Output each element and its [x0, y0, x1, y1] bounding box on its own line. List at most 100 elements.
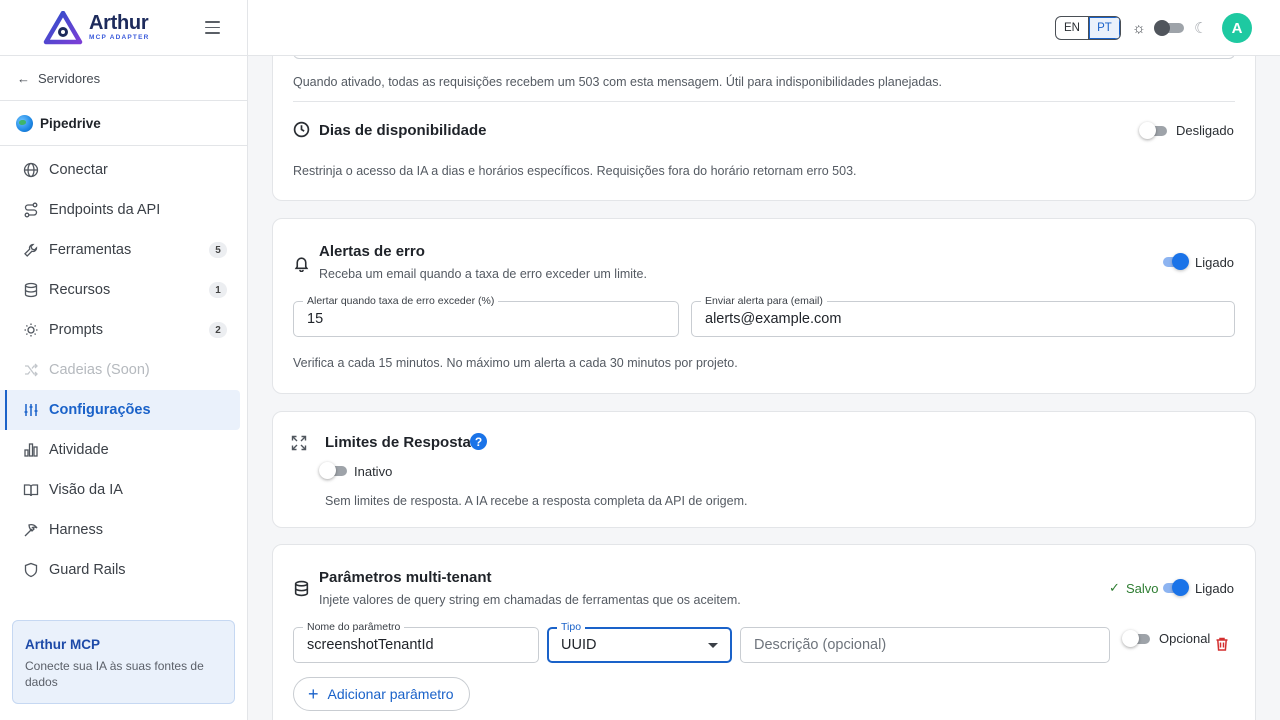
sidebar-item-label: Ferramentas	[49, 242, 132, 258]
alert-email-input[interactable]: Enviar alerta para (email) alerts@exampl…	[691, 294, 1235, 337]
clock-icon	[293, 121, 310, 138]
param-type-value: UUID	[561, 637, 597, 653]
sliders-icon	[22, 402, 39, 419]
sidebar-item-harness[interactable]: Harness	[0, 510, 240, 550]
alerts-help-text: Verifica a cada 15 minutos. No máximo um…	[293, 356, 738, 370]
param-name-label: Nome do parâmetro	[303, 620, 405, 634]
shuffle-icon	[22, 362, 39, 379]
param-type-label: Tipo	[557, 620, 586, 634]
sidebar-item-label: Endpoints da API	[49, 202, 161, 218]
error-threshold-value: 15	[307, 311, 324, 327]
availability-description: Restrinja o acesso da IA a dias e horári…	[293, 164, 857, 178]
bell-icon	[294, 257, 309, 272]
brand-subtitle: MCP ADAPTER	[89, 34, 150, 42]
maintenance-message-input[interactable]	[293, 56, 1235, 59]
sidebar-item-ferramentas[interactable]: Ferramentas 5	[0, 230, 240, 270]
maintenance-availability-card: Quando ativado, todas as requisições rec…	[272, 56, 1256, 201]
sidebar-item-label: Recursos	[49, 282, 111, 298]
lang-en-button[interactable]: EN	[1056, 17, 1088, 39]
param-description-placeholder: Descrição (opcional)	[754, 637, 887, 653]
plus-icon: +	[308, 684, 319, 704]
pickaxe-icon	[22, 522, 39, 539]
sidebar-item-label: Configurações	[49, 402, 151, 418]
lightbulb-icon	[22, 322, 39, 339]
param-description-input[interactable]: Descrição (opcional)	[740, 627, 1110, 663]
tenant-toggle[interactable]	[1159, 579, 1189, 596]
divider	[293, 101, 1235, 102]
top-bar: EN PT ☼ ☾ A	[248, 0, 1280, 56]
alerts-title: Alertas de erro	[319, 243, 425, 260]
limits-toggle[interactable]	[319, 462, 349, 479]
tenant-status: Ligado	[1195, 581, 1235, 596]
avatar[interactable]: A	[1222, 13, 1252, 43]
param-name-input[interactable]: Nome do parâmetro screenshotTenantId	[293, 620, 539, 663]
moon-icon: ☾	[1194, 20, 1208, 37]
add-parameter-button[interactable]: + Adicionar parâmetro	[293, 677, 470, 711]
saved-indicator: Salvo	[1126, 581, 1159, 596]
theme-toggle[interactable]	[1154, 20, 1184, 36]
promo-title: Arthur MCP	[25, 637, 100, 652]
error-alerts-card: Alertas de erro Receba um email quando a…	[272, 218, 1256, 394]
database-icon	[22, 282, 39, 299]
optional-toggle[interactable]	[1122, 630, 1152, 647]
route-icon	[22, 202, 39, 219]
sidebar-item-guard-rails[interactable]: Guard Rails	[0, 550, 240, 590]
promo-card: Arthur MCP Conecte sua IA às suas fontes…	[12, 620, 235, 704]
brand[interactable]: Arthur MCP ADAPTER	[0, 0, 247, 56]
alert-email-label: Enviar alerta para (email)	[701, 294, 827, 308]
settings-main: Quando ativado, todas as requisições rec…	[248, 56, 1280, 720]
count-badge: 1	[209, 282, 227, 298]
sidebar-item-label: Cadeias (Soon)	[49, 362, 150, 378]
availability-status: Desligado	[1176, 123, 1234, 138]
tenant-subtitle: Injete valores de query string em chamad…	[319, 593, 741, 607]
sidebar-item-label: Prompts	[49, 322, 103, 338]
lang-pt-button[interactable]: PT	[1088, 17, 1120, 39]
back-to-servers-link[interactable]: ← Servidores	[0, 56, 247, 101]
menu-toggle-icon[interactable]	[205, 21, 220, 34]
alert-email-value: alerts@example.com	[705, 311, 842, 327]
sidebar-item-label: Atividade	[49, 442, 109, 458]
bar-chart-icon	[22, 442, 39, 459]
server-header: Pipedrive	[0, 101, 247, 146]
sidebar-nav: Conectar Endpoints da API Ferramentas 5 …	[0, 146, 247, 590]
alerts-toggle[interactable]	[1159, 253, 1189, 270]
add-parameter-label: Adicionar parâmetro	[327, 686, 454, 702]
sidebar-item-endpoints[interactable]: Endpoints da API	[0, 190, 240, 230]
sidebar-item-visao-ia[interactable]: Visão da IA	[0, 470, 240, 510]
sidebar-item-label: Visão da IA	[49, 482, 123, 498]
param-name-value: screenshotTenantId	[307, 637, 434, 653]
wrench-icon	[22, 242, 39, 259]
sidebar: Arthur MCP ADAPTER ← Servidores Pipedriv…	[0, 0, 248, 720]
chevron-down-icon	[708, 643, 718, 648]
availability-title: Dias de disponibilidade	[319, 122, 487, 139]
server-name: Pipedrive	[40, 115, 101, 131]
availability-toggle[interactable]	[1139, 122, 1169, 139]
sidebar-item-label: Conectar	[49, 162, 108, 178]
promo-description: Conecte sua IA às suas fontes de dados	[25, 659, 204, 689]
book-open-icon	[22, 482, 39, 499]
sidebar-item-configuracoes[interactable]: Configurações	[0, 390, 240, 430]
maintenance-help-text: Quando ativado, todas as requisições rec…	[293, 75, 942, 89]
count-badge: 2	[209, 322, 227, 338]
error-threshold-label: Alertar quando taxa de erro exceder (%)	[303, 294, 499, 308]
sidebar-item-recursos[interactable]: Recursos 1	[0, 270, 240, 310]
sun-icon: ☼	[1132, 20, 1146, 37]
language-switcher: EN PT	[1055, 16, 1121, 40]
shield-icon	[22, 562, 39, 579]
brand-name: Arthur	[89, 12, 149, 35]
sidebar-item-prompts[interactable]: Prompts 2	[0, 310, 240, 350]
alerts-subtitle: Receba um email quando a taxa de erro ex…	[319, 267, 647, 281]
sidebar-item-atividade[interactable]: Atividade	[0, 430, 240, 470]
param-type-select[interactable]: Tipo UUID	[547, 620, 732, 663]
limits-status: Inativo	[354, 464, 393, 479]
trash-icon[interactable]	[1214, 636, 1230, 652]
optional-label: Opcional	[1159, 631, 1211, 646]
multi-tenant-card: Parâmetros multi-tenant Injete valores d…	[272, 544, 1256, 720]
limits-title: Limites de Resposta	[325, 434, 471, 451]
help-question-icon[interactable]: ?	[470, 433, 487, 450]
sidebar-item-conectar[interactable]: Conectar	[0, 150, 240, 190]
database-icon	[294, 580, 309, 597]
arthur-logo-icon	[43, 10, 83, 44]
sidebar-item-cadeias: Cadeias (Soon)	[0, 350, 240, 390]
error-threshold-input[interactable]: Alertar quando taxa de erro exceder (%) …	[293, 294, 679, 337]
